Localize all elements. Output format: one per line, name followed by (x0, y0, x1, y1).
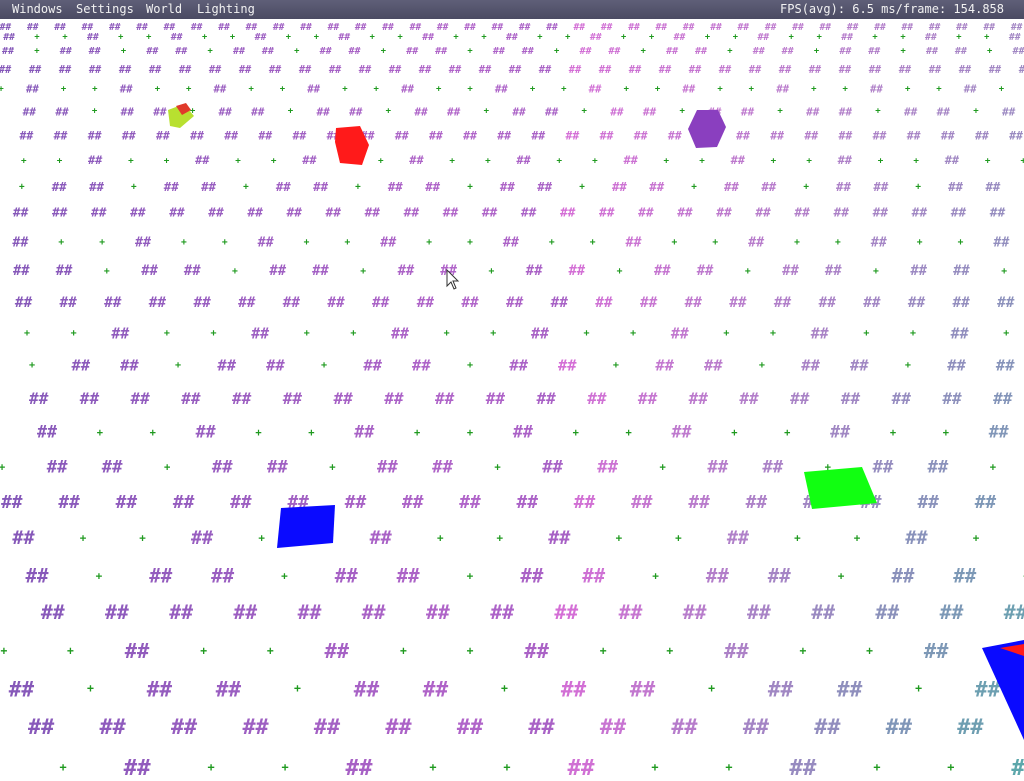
menu-world[interactable]: World (146, 0, 182, 19)
menu-bar: Windows Settings World Lighting FPS(avg)… (0, 0, 1024, 19)
mouse-pointer-icon (446, 269, 460, 290)
fps-readout: FPS(avg): 6.5 ms/frame: 154.858 (780, 2, 1004, 16)
red-cube[interactable] (335, 126, 369, 165)
green-tile[interactable] (804, 467, 877, 509)
menu-lighting[interactable]: Lighting (197, 0, 255, 19)
purple-cube[interactable] (688, 110, 726, 148)
menu-windows[interactable]: Windows (12, 0, 63, 19)
menu-settings[interactable]: Settings (76, 0, 134, 19)
blue-tile[interactable] (277, 505, 335, 548)
3d-viewport[interactable]: ## ## ## ## ## ## ## ## ## ## ## ## ## ## ## ## ## ## ## ##… (0, 0, 1024, 779)
scene-objects (168, 103, 1024, 740)
axis-gizmo[interactable] (982, 640, 1024, 740)
